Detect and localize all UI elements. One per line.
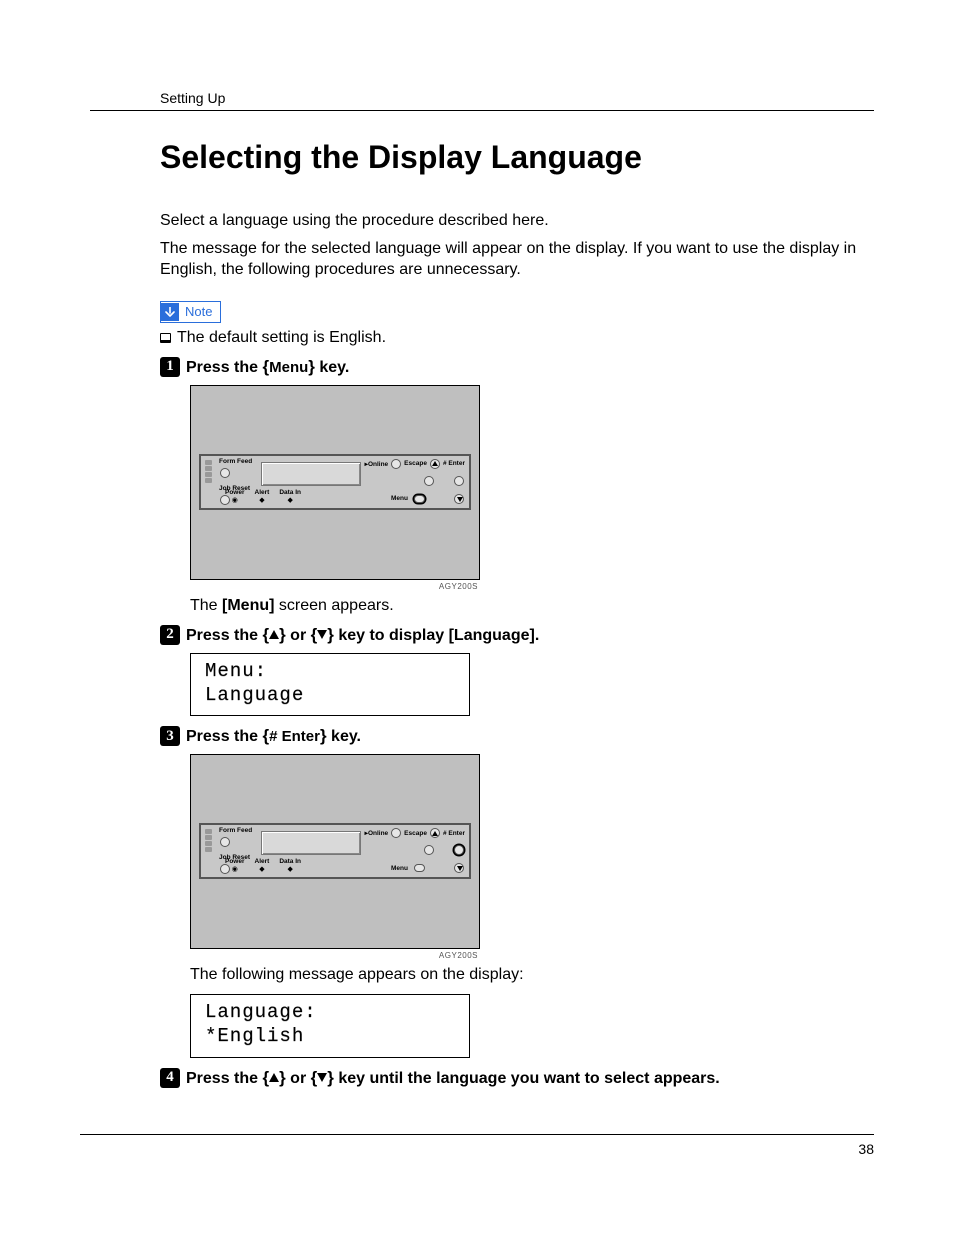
footer-rule: [80, 1134, 874, 1135]
step-number: 2: [160, 625, 180, 645]
menu-button[interactable]: [414, 864, 425, 872]
step-4: 4 Press the {} or {} key until the langu…: [160, 1068, 874, 1088]
control-panel: Form Feed Job Reset ▸Online Escape # Ent…: [190, 385, 480, 580]
lcd-line: Language:: [205, 1001, 459, 1025]
step-2: 2 Press the {} or {} key to display [Lan…: [160, 625, 874, 645]
led-icon: [205, 847, 212, 852]
up-button[interactable]: [430, 459, 440, 469]
online-button[interactable]: [391, 459, 401, 469]
led-icon: [205, 466, 212, 471]
menu-button[interactable]: [414, 495, 425, 503]
panel-label-online: ▸Online: [365, 829, 389, 837]
panel-label-power: Power: [225, 489, 245, 496]
panel-label-formfeed: Form Feed: [219, 458, 252, 465]
step1-result: The [Menu] screen appears.: [190, 597, 874, 615]
led-icon: [205, 472, 212, 477]
up-arrow-icon: [269, 630, 279, 639]
panel-label-online: ▸Online: [365, 460, 389, 468]
panel-label-enter: # Enter: [443, 460, 465, 467]
panel-lcd: [261, 462, 361, 486]
section-header: Setting Up: [160, 90, 874, 106]
figure-caption: AGY200S: [190, 949, 480, 960]
panel-label-formfeed: Form Feed: [219, 827, 252, 834]
page: Setting Up Selecting the Display Languag…: [0, 0, 954, 1235]
step-text: Press the {} or {} key until the languag…: [186, 1068, 720, 1088]
step3-result: The following message appears on the dis…: [190, 966, 874, 984]
form-feed-button[interactable]: [220, 468, 230, 478]
panel-label-escape: Escape: [404, 830, 427, 837]
enter-button[interactable]: [454, 845, 464, 855]
lcd-display-2: Language: *English: [190, 994, 470, 1058]
note-badge: Note: [160, 301, 221, 323]
panel-label-enter: # Enter: [443, 830, 465, 837]
page-title: Selecting the Display Language: [160, 139, 874, 176]
led-icon: [205, 841, 212, 846]
note-body: The default setting is English.: [177, 329, 386, 346]
step-1: 1 Press the {Menu} key.: [160, 357, 874, 377]
escape-button[interactable]: [424, 476, 434, 486]
panel-label-escape: Escape: [404, 460, 427, 467]
step-text: Press the {Menu} key.: [186, 357, 349, 377]
panel-label-datain: Data In: [279, 489, 301, 496]
header-rule: [90, 110, 874, 111]
lcd-display-1: Menu: Language: [190, 653, 470, 717]
control-panel: Form Feed Job Reset ▸Online Escape # Ent…: [190, 754, 480, 949]
intro-p2: The message for the selected language wi…: [160, 238, 874, 281]
step-text: Press the {# Enter} key.: [186, 726, 361, 746]
lcd-line: Menu:: [205, 660, 459, 684]
led-icon: [205, 835, 212, 840]
led-icon: [205, 829, 212, 834]
page-number: 38: [858, 1141, 874, 1157]
enter-button[interactable]: [454, 476, 464, 486]
down-button[interactable]: [454, 494, 464, 504]
step-text: Press the {} or {} key to display [Langu…: [186, 625, 539, 645]
panel-label-alert: Alert: [255, 489, 270, 496]
control-panel-figure-2: Form Feed Job Reset ▸Online Escape # Ent…: [190, 754, 480, 960]
panel-label-datain: Data In: [279, 858, 301, 865]
panel-lcd: [261, 831, 361, 855]
note-bullet-icon: [160, 333, 171, 343]
lcd-line: Language: [205, 684, 459, 708]
step-number: 3: [160, 726, 180, 746]
online-button[interactable]: [391, 828, 401, 838]
figure-caption: AGY200S: [190, 580, 480, 591]
panel-label-menu: Menu: [391, 865, 408, 872]
control-panel-figure-1: Form Feed Job Reset ▸Online Escape # Ent…: [190, 385, 480, 591]
step-number: 1: [160, 357, 180, 377]
escape-button[interactable]: [424, 845, 434, 855]
note-text-line: The default setting is English.: [160, 329, 874, 347]
down-arrow-icon: [317, 630, 327, 639]
down-button[interactable]: [454, 863, 464, 873]
step-number: 4: [160, 1068, 180, 1088]
lcd-line: *English: [205, 1025, 459, 1049]
panel-label-menu: Menu: [391, 495, 408, 502]
step-3: 3 Press the {# Enter} key.: [160, 726, 874, 746]
down-arrow-icon: [161, 303, 179, 321]
up-arrow-icon: [269, 1073, 279, 1082]
form-feed-button[interactable]: [220, 837, 230, 847]
note-label: Note: [185, 304, 212, 319]
intro-p1: Select a language using the procedure de…: [160, 210, 874, 232]
down-arrow-icon: [317, 1073, 327, 1082]
up-button[interactable]: [430, 828, 440, 838]
led-icon: [205, 478, 212, 483]
panel-label-alert: Alert: [255, 858, 270, 865]
panel-label-power: Power: [225, 858, 245, 865]
led-icon: [205, 460, 212, 465]
